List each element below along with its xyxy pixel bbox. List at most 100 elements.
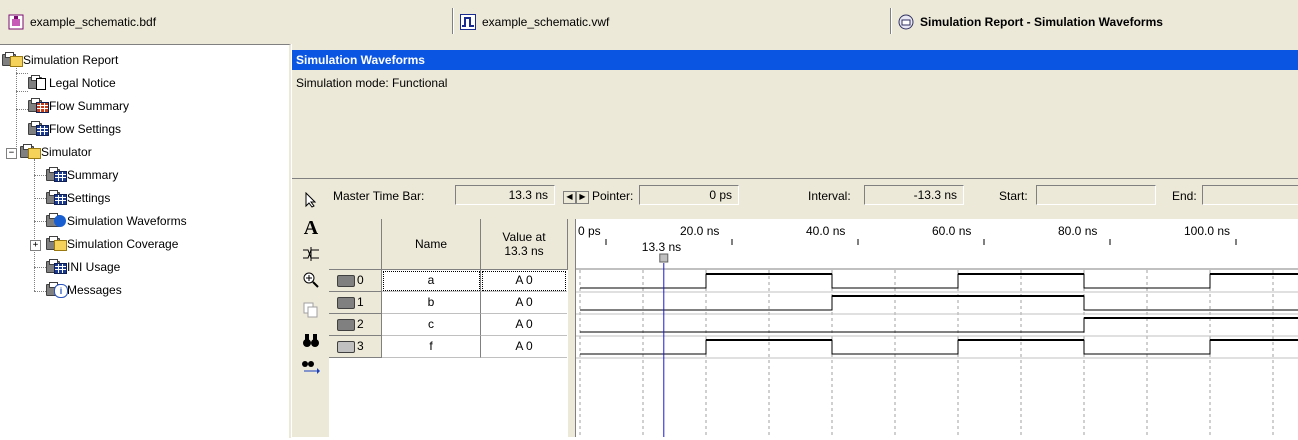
signal-index-cell[interactable]: 1 [329,292,382,314]
previous-transition-button[interactable]: ◀ [563,191,576,204]
expand-toggle[interactable]: + [30,240,41,251]
tree-item-label: Messages [67,283,122,297]
document-tab-bar: example_schematic.bdf example_schematic.… [0,0,1298,44]
pointer-label: Pointer: [592,189,634,203]
tree-connector [16,73,28,75]
end-field [1202,185,1298,205]
pointer-field: 0 ps [639,185,739,205]
copy-button[interactable] [298,297,324,323]
tree-item-simulation-waveforms[interactable]: Simulation Waveforms [46,212,187,230]
name-column-header[interactable]: Name [382,219,481,270]
tree-item-legal-notice[interactable]: Legal Notice [28,74,116,92]
tree-connector [16,109,28,111]
tree-item-flow-settings[interactable]: Flow Settings [28,120,121,138]
splitter[interactable] [292,172,1298,179]
tick-label: 80.0 ns [1058,224,1097,238]
index-column-header [329,219,382,270]
selection-tool-button[interactable] [298,187,324,213]
tab-vwf[interactable]: example_schematic.vwf [460,0,609,44]
find-button[interactable] [298,327,324,353]
tree-item-label: INI Usage [67,260,121,274]
waveform-c [580,317,1298,333]
waveform-chart[interactable]: 0 ps 20.0 ns 40.0 ns 60.0 ns 80.0 ns 100.0 ns… [576,219,1298,437]
binoculars-icon [303,334,319,347]
tree-item-messages[interactable]: i Messages [46,281,122,299]
table-icon [46,259,67,274]
signal-name-cell[interactable]: c [382,314,481,336]
tree-item-summary[interactable]: Summary [46,166,118,184]
waveform-edit-tool-button[interactable] [298,241,324,267]
signal-index: 1 [357,295,364,309]
master-time-bar-field[interactable]: 13.3 ns [455,185,555,205]
signal-name-cell[interactable]: f [382,336,481,358]
find-replace-icon [302,361,320,374]
signal-table: Name Value at 13.3 ns 0aA 01bA 02cA 03fA… [329,219,568,437]
zoom-tool-button[interactable] [298,267,324,293]
signal-index: 2 [357,317,364,331]
tick-label: 40.0 ns [806,224,845,238]
tree-connector [34,159,36,291]
signal-name-cell[interactable]: b [382,292,481,314]
waveform-icon [46,213,66,228]
folder-icon [20,144,41,159]
tree-item-flow-summary[interactable]: Flow Summary [28,97,129,115]
waveform-toolbar: A [292,179,329,437]
info-icon: i [46,282,68,298]
waveform-canvas[interactable]: 0 ps 20.0 ns 40.0 ns 60.0 ns 80.0 ns 100.0 ns… [575,219,1298,437]
tree-item-label: Simulation Waveforms [67,214,187,228]
tab-simulation-report[interactable]: Simulation Report - Simulation Waveforms [898,0,1163,44]
tree-item-label: Flow Settings [49,122,122,136]
tab-bdf[interactable]: example_schematic.bdf [8,0,156,44]
tick-label: 20.0 ns [680,224,719,238]
table-icon [46,190,67,205]
text-tool-icon: A [303,216,319,239]
waveform-f [580,339,1298,355]
tree-item-simulation-report[interactable]: Simulation Report [2,51,118,69]
arrow-right-icon: ▶ [579,192,586,201]
signal-index-cell[interactable]: 2 [329,314,382,336]
tree-connector [34,291,46,293]
simulation-mode-text: Simulation mode: Functional [296,76,448,90]
waveform-a [580,273,1298,289]
report-tree: Simulation Report Legal Notice Flow Summ… [0,44,291,438]
waveform-file-icon [460,14,476,30]
next-transition-button[interactable]: ▶ [576,191,589,204]
tree-item-label: Simulation Coverage [67,237,179,251]
signal-value-cell: A 0 [481,336,567,358]
replace-button[interactable] [298,353,324,379]
copy-icon [303,302,318,318]
waveform-viewer: A Master Time Bar: 13.3 ns ◀ ▶ Pointer: [292,179,1298,437]
tree-connector [16,91,28,93]
start-label: Start: [999,189,1028,203]
pointer-arrow-icon [305,192,317,208]
tree-connector [34,175,46,177]
waveform-editing-icon [303,247,319,261]
value-column-header[interactable]: Value at 13.3 ns [481,219,568,270]
interval-label: Interval: [808,189,851,203]
document-icon [28,75,46,90]
signal-value-cell: A 0 [481,292,567,314]
tree-item-label: Legal Notice [49,76,116,90]
folder-icon [2,52,23,67]
collapse-toggle[interactable]: − [6,148,17,159]
input-pin-icon [337,275,355,287]
signal-index-cell[interactable]: 0 [329,270,382,292]
signal-index-cell[interactable]: 3 [329,336,382,358]
tab-label: example_schematic.bdf [30,15,157,29]
start-field [1036,185,1156,205]
end-label: End: [1172,189,1197,203]
tab-separator [890,8,891,34]
tick-label: 100.0 ns [1184,224,1230,238]
signal-value-cell: A 0 [481,314,567,336]
tree-connector [34,221,46,223]
signal-name-cell[interactable]: a [382,270,481,292]
tree-item-settings[interactable]: Settings [46,189,110,207]
text-tool-button[interactable]: A [298,215,324,241]
table-icon [46,167,67,182]
tree-item-simulation-coverage[interactable]: Simulation Coverage [46,235,178,253]
tree-item-label: Summary [67,168,119,182]
tree-item-simulator[interactable]: Simulator [20,143,92,161]
tree-connector [34,267,46,269]
tree-connector [34,198,46,200]
tree-item-ini-usage[interactable]: INI Usage [46,258,120,276]
